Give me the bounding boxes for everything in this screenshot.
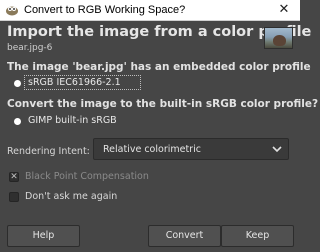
close-icon[interactable]: ✕ — [268, 0, 300, 20]
bear-image-thumbnail — [264, 27, 293, 49]
gimp-app-icon — [6, 6, 18, 16]
chevron-down-icon — [272, 146, 282, 153]
black-point-label: Black Point Compensation — [25, 171, 149, 182]
dialog-body: Import the image from a color profile be… — [0, 21, 318, 252]
builtin-profile-name: GIMP built-in sRGB — [28, 115, 117, 126]
expander-icon[interactable] — [14, 118, 21, 125]
keep-button[interactable]: Keep — [221, 225, 294, 247]
black-point-checkbox-row[interactable]: ✕ Black Point Compensation — [9, 171, 169, 185]
dont-ask-label: Don't ask me again — [25, 191, 118, 202]
rendering-intent-value: Relative colorimetric — [103, 144, 201, 155]
convert-button[interactable]: Convert — [148, 225, 221, 247]
builtin-profile-row[interactable]: GIMP built-in sRGB — [14, 114, 154, 129]
embedded-profile-name: sRGB IEC61966-2.1 — [28, 77, 121, 88]
bear-shape — [273, 35, 286, 46]
window-title: Convert to RGB Working Space? — [24, 4, 186, 16]
help-button[interactable]: Help — [7, 225, 80, 247]
embedded-profile-label: The image 'bear.jpg' has an embedded col… — [7, 61, 311, 73]
checkmark-icon: ✕ — [10, 172, 18, 182]
dont-ask-checkbox[interactable] — [9, 192, 19, 202]
rendering-intent-label: Rendering Intent: — [7, 146, 90, 157]
window-titlebar: Convert to RGB Working Space? ✕ — [0, 0, 300, 21]
rendering-intent-select[interactable]: Relative colorimetric — [93, 138, 289, 160]
button-bar: Help Convert Keep — [0, 221, 300, 252]
dont-ask-checkbox-row[interactable]: Don't ask me again — [9, 191, 129, 205]
convert-question-label: Convert the image to the built-in sRGB c… — [7, 98, 319, 110]
expander-icon[interactable] — [14, 80, 21, 87]
embedded-profile-row[interactable]: sRGB IEC61966-2.1 — [14, 75, 154, 91]
image-name-subheading: bear.jpg-6 — [7, 43, 53, 53]
